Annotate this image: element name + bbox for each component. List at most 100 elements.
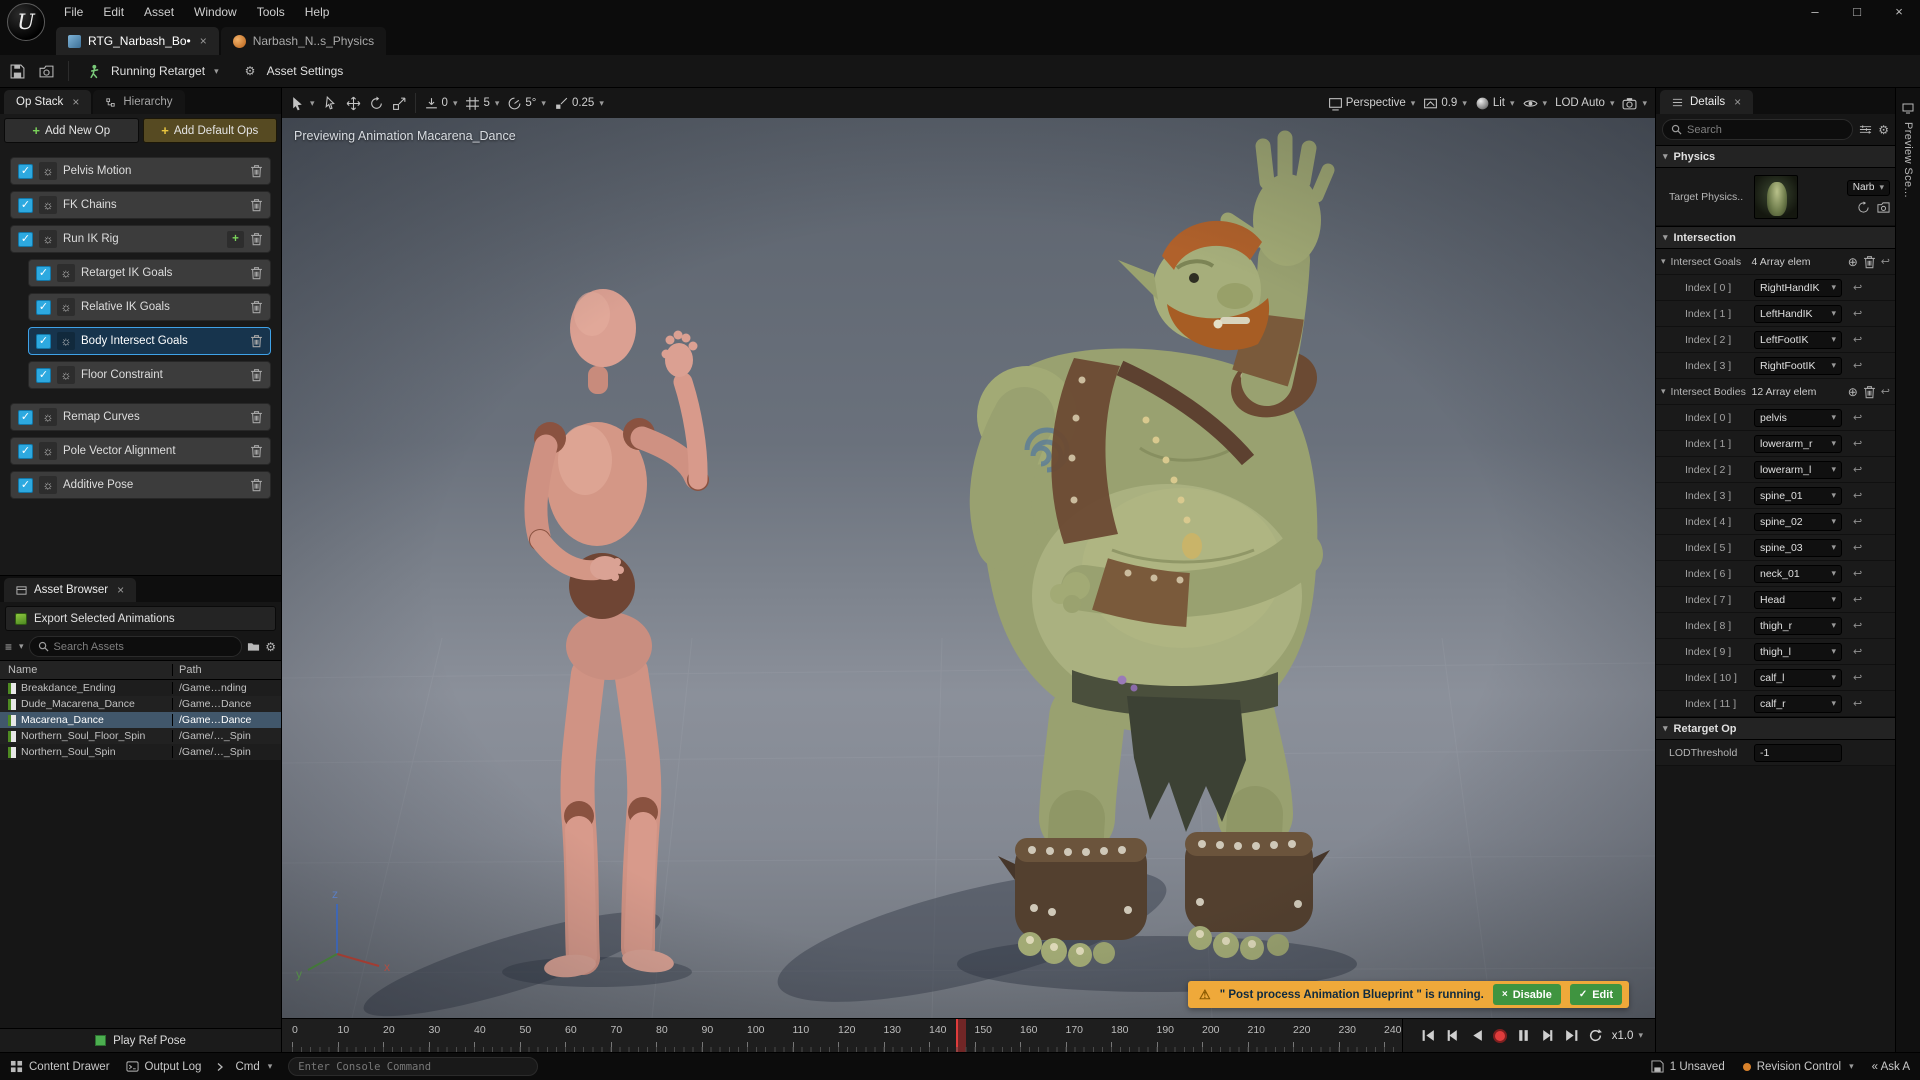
step-back-button[interactable] [1445,1028,1460,1043]
output-log-button[interactable]: Output Log [126,1060,202,1073]
asset-search-box[interactable] [29,636,243,657]
op-enabled-checkbox[interactable]: ✓ [36,368,51,383]
op-enabled-checkbox[interactable]: ✓ [36,300,51,315]
revision-control-button[interactable]: Revision Control ▾ [1743,1061,1854,1073]
reset-to-default-icon[interactable]: ↩ [1853,333,1862,346]
tab-preview-scene[interactable]: Preview Sce... [1902,122,1914,198]
tab-details[interactable]: Details × [1660,90,1753,114]
op-item[interactable]: ✓☼FK Chains [10,191,271,219]
reset-to-default-icon[interactable]: ↩ [1881,385,1890,398]
tab-op-stack[interactable]: Op Stack × [4,90,91,114]
reset-to-default-icon[interactable]: ↩ [1853,437,1862,450]
menu-asset[interactable]: Asset [134,1,184,23]
array-element-dropdown[interactable]: thigh_l▾ [1754,643,1842,661]
trash-icon[interactable] [1863,255,1876,269]
trash-icon[interactable] [250,232,263,246]
running-retarget-button[interactable]: Running Retarget ▾ [83,61,225,82]
op-item[interactable]: ✓☼Pelvis Motion [10,157,271,185]
reset-to-default-icon[interactable]: ↩ [1853,463,1862,476]
menu-edit[interactable]: Edit [93,1,134,23]
menu-tools[interactable]: Tools [247,1,295,23]
reset-to-default-icon[interactable]: ↩ [1853,671,1862,684]
rotate-tool-icon[interactable] [369,96,384,111]
section-retarget-op[interactable]: ▾ Retarget Op [1656,717,1895,740]
op-enabled-checkbox[interactable]: ✓ [36,334,51,349]
browse-to-asset-icon[interactable] [39,64,54,79]
menu-file[interactable]: File [54,1,93,23]
lit-mode-dropdown[interactable]: Lit ▾ [1475,96,1515,111]
menu-help[interactable]: Help [295,1,340,23]
details-search-input[interactable] [1687,124,1844,136]
asset-row[interactable]: Northern_Soul_Spin/Game/…_Spin [0,744,281,760]
browse-to-asset-icon[interactable] [1877,201,1890,214]
save-icon[interactable] [10,64,25,79]
asset-row[interactable]: Northern_Soul_Floor_Spin/Game/…_Spin [0,728,281,744]
intersect-bodies-header[interactable]: ▾ Intersect Bodies 12 Array elem ⊕ ↩ [1656,379,1895,405]
scale-tool-icon[interactable] [392,96,407,111]
lod-threshold-input[interactable] [1754,744,1842,762]
reset-to-default-icon[interactable]: ↩ [1853,593,1862,606]
reset-to-default-icon[interactable]: ↩ [1853,645,1862,658]
move-tool-icon[interactable] [346,96,361,111]
scale-snap-toggle[interactable]: 0.25 ▾ [554,96,604,111]
screen-percentage-dropdown[interactable]: 0.9 ▾ [1423,96,1467,111]
grid-snap-toggle[interactable]: 5 ▾ [465,96,499,111]
add-array-element-icon[interactable]: ⊕ [1848,255,1858,269]
array-element-dropdown[interactable]: thigh_r▾ [1754,617,1842,635]
op-enabled-checkbox[interactable]: ✓ [18,232,33,247]
reset-to-default-icon[interactable]: ↩ [1853,567,1862,580]
intersect-goals-header[interactable]: ▾ Intersect Goals 4 Array elem ⊕ ↩ [1656,249,1895,275]
column-path[interactable]: Path [172,664,281,676]
reset-to-default-icon[interactable]: ↩ [1853,411,1862,424]
use-selected-asset-icon[interactable] [1857,201,1870,214]
menu-window[interactable]: Window [184,1,247,23]
array-element-dropdown[interactable]: LeftHandIK▾ [1754,305,1842,323]
trash-icon[interactable] [250,300,263,314]
loop-button[interactable] [1588,1028,1603,1043]
array-element-dropdown[interactable]: LeftFootIK▾ [1754,331,1842,349]
timeline-ruler[interactable]: 0102030405060708090100110120130140150160… [282,1019,1403,1052]
reset-to-default-icon[interactable]: ↩ [1853,281,1862,294]
reset-to-default-icon[interactable]: ↩ [1853,359,1862,372]
ogre-figure[interactable] [977,138,1330,967]
op-item[interactable]: ✓☼Retarget IK Goals [28,259,271,287]
reset-to-default-icon[interactable]: ↩ [1853,697,1862,710]
section-intersection[interactable]: ▾ Intersection [1656,226,1895,249]
trash-icon[interactable] [250,164,263,178]
add-child-op-button[interactable]: + [227,231,244,248]
tab-narbash-physics[interactable]: Narbash_N..s_Physics [221,27,386,55]
reset-to-default-icon[interactable]: ↩ [1853,307,1862,320]
trash-icon[interactable] [1863,385,1876,399]
reset-to-default-icon[interactable]: ↩ [1853,515,1862,528]
settings-gear-icon[interactable]: ⚙ [265,640,276,654]
physics-asset-thumbnail[interactable] [1754,175,1798,219]
unsaved-changes-button[interactable]: 1 Unsaved [1651,1060,1725,1073]
display-options-icon[interactable] [1859,123,1872,136]
tab-asset-browser[interactable]: Asset Browser × [4,578,136,602]
trash-icon[interactable] [250,266,263,280]
viewport-options-button[interactable]: ▾ [290,96,315,111]
show-flags-dropdown[interactable]: ▾ [1523,96,1548,111]
op-item[interactable]: ✓☼Pole Vector Alignment [10,437,271,465]
rotation-snap-toggle[interactable]: 5° ▾ [507,96,546,111]
op-enabled-checkbox[interactable]: ✓ [18,164,33,179]
reset-to-default-icon[interactable]: ↩ [1853,489,1862,502]
array-element-dropdown[interactable]: calf_l▾ [1754,669,1842,687]
playback-speed-dropdown[interactable]: x1.0 ▾ [1612,1030,1643,1042]
tab-rtg-narbash[interactable]: RTG_Narbash_Bo• × [56,27,219,55]
reset-to-default-icon[interactable]: ↩ [1853,541,1862,554]
array-element-dropdown[interactable]: neck_01▾ [1754,565,1842,583]
content-drawer-button[interactable]: Content Drawer [10,1060,110,1073]
asset-search-input[interactable] [54,641,234,653]
op-item[interactable]: ✓☼Relative IK Goals [28,293,271,321]
op-enabled-checkbox[interactable]: ✓ [18,198,33,213]
settings-gear-icon[interactable]: ⚙ [1878,123,1889,137]
reset-to-default-icon[interactable]: ↩ [1853,619,1862,632]
trash-icon[interactable] [250,368,263,382]
trash-icon[interactable] [250,198,263,212]
op-item[interactable]: ✓☼Remap Curves [10,403,271,431]
array-element-dropdown[interactable]: RightHandIK▾ [1754,279,1842,297]
trash-icon[interactable] [250,334,263,348]
add-new-op-button[interactable]: + Add New Op [4,118,139,143]
details-search-box[interactable] [1662,119,1853,140]
